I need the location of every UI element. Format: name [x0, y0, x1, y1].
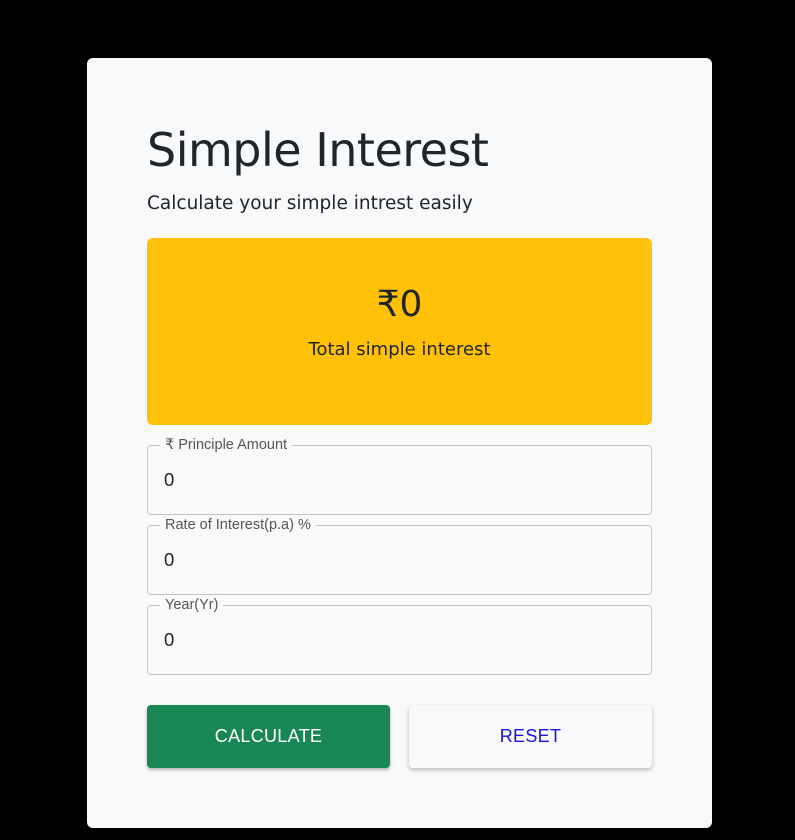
calculate-button[interactable]: CALCULATE: [147, 705, 390, 768]
page-subtitle: Calculate your simple intrest easily: [147, 193, 473, 214]
principal-input[interactable]: [164, 468, 634, 492]
rate-label: Rate of Interest(p.a) %: [160, 516, 316, 534]
page-title: Simple Interest: [147, 123, 489, 177]
year-label: Year(Yr): [160, 596, 224, 614]
reset-button[interactable]: RESET: [409, 705, 652, 768]
rate-field[interactable]: Rate of Interest(p.a) %: [147, 516, 652, 595]
year-field[interactable]: Year(Yr): [147, 596, 652, 675]
principal-field[interactable]: ₹ Principle Amount: [147, 436, 652, 515]
calculator-card: Simple Interest Calculate your simple in…: [87, 58, 712, 828]
result-amount: ₹0: [376, 284, 423, 325]
year-input[interactable]: [164, 628, 634, 652]
result-panel: ₹0 Total simple interest: [147, 238, 652, 425]
result-label: Total simple interest: [308, 339, 491, 360]
principal-label: ₹ Principle Amount: [160, 436, 293, 454]
rate-input[interactable]: [164, 548, 634, 572]
